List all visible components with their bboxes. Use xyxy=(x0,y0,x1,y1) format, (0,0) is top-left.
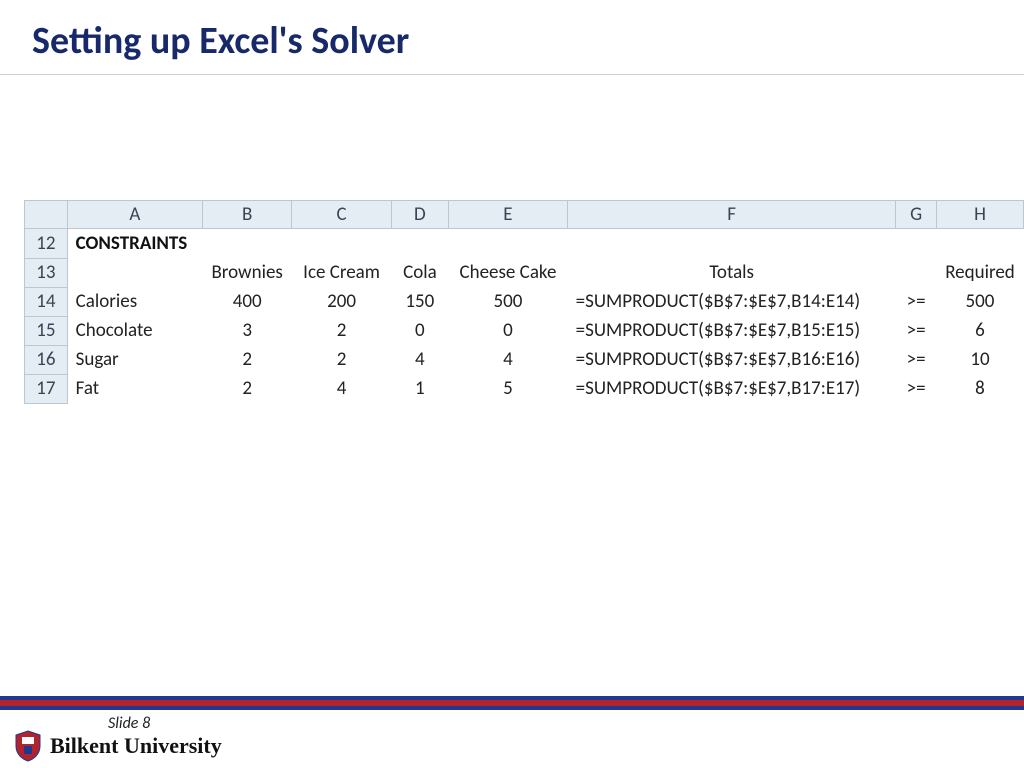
cell: >= xyxy=(896,316,937,345)
cell: 400 xyxy=(203,287,292,316)
row-number: 15 xyxy=(25,316,68,345)
cell: 4 xyxy=(448,345,567,374)
cell: 150 xyxy=(392,287,449,316)
cell: Required xyxy=(937,258,1024,287)
table-row: 15 Chocolate 3 2 0 0 =SUMPRODUCT($B$7:$E… xyxy=(25,316,1024,345)
row-number: 12 xyxy=(25,229,68,259)
cell: 4 xyxy=(292,374,392,403)
cell: Totals xyxy=(568,258,896,287)
cell: 0 xyxy=(448,316,567,345)
cell: Fat xyxy=(67,374,203,403)
cell: >= xyxy=(896,345,937,374)
cell: 8 xyxy=(937,374,1024,403)
col-header-D: D xyxy=(392,201,449,229)
cell: 200 xyxy=(292,287,392,316)
row-number: 14 xyxy=(25,287,68,316)
col-header-C: C xyxy=(292,201,392,229)
col-header-E: E xyxy=(448,201,567,229)
cell xyxy=(896,258,937,287)
spreadsheet-region: A B C D E F G H 12 CONSTRAINTS 13 Browni… xyxy=(24,200,1024,404)
col-header-B: B xyxy=(203,201,292,229)
slide-title: Setting up Excel's Solver xyxy=(0,0,1024,74)
constraints-heading: CONSTRAINTS xyxy=(67,229,1023,259)
cell: Cheese Cake xyxy=(448,258,567,287)
university-name: Bilkent University xyxy=(50,733,222,759)
cell: 500 xyxy=(937,287,1024,316)
row-number: 13 xyxy=(25,258,68,287)
cell: 2 xyxy=(203,374,292,403)
col-header-H: H xyxy=(937,201,1024,229)
cell: Sugar xyxy=(67,345,203,374)
column-header-row: A B C D E F G H xyxy=(25,201,1024,229)
cell: 10 xyxy=(937,345,1024,374)
cell: 6 xyxy=(937,316,1024,345)
cell: Calories xyxy=(67,287,203,316)
constraints-table: A B C D E F G H 12 CONSTRAINTS 13 Browni… xyxy=(24,200,1024,404)
cell: 2 xyxy=(203,345,292,374)
cell: Chocolate xyxy=(67,316,203,345)
cell: 2 xyxy=(292,316,392,345)
university-crest-icon xyxy=(14,730,42,762)
cell: Ice Cream xyxy=(292,258,392,287)
col-header-F: F xyxy=(568,201,896,229)
cell: Brownies xyxy=(203,258,292,287)
cell: 1 xyxy=(392,374,449,403)
row-number: 16 xyxy=(25,345,68,374)
cell: =SUMPRODUCT($B$7:$E$7,B14:E14) xyxy=(568,287,896,316)
cell: 2 xyxy=(292,345,392,374)
cell: >= xyxy=(896,287,937,316)
cell xyxy=(67,258,203,287)
cell: 5 xyxy=(448,374,567,403)
slide-footer: Slide 8 Bilkent University xyxy=(0,696,1024,768)
corner-cell xyxy=(25,201,68,229)
cell: 3 xyxy=(203,316,292,345)
cell: =SUMPRODUCT($B$7:$E$7,B17:E17) xyxy=(568,374,896,403)
table-row: 12 CONSTRAINTS xyxy=(25,229,1024,259)
row-number: 17 xyxy=(25,374,68,403)
cell: >= xyxy=(896,374,937,403)
cell: Cola xyxy=(392,258,449,287)
cell: 500 xyxy=(448,287,567,316)
cell: 0 xyxy=(392,316,449,345)
university-brand: Bilkent University xyxy=(14,730,222,762)
table-row: 16 Sugar 2 2 4 4 =SUMPRODUCT($B$7:$E$7,B… xyxy=(25,345,1024,374)
table-row: 17 Fat 2 4 1 5 =SUMPRODUCT($B$7:$E$7,B17… xyxy=(25,374,1024,403)
table-row: 14 Calories 400 200 150 500 =SUMPRODUCT(… xyxy=(25,287,1024,316)
cell: 4 xyxy=(392,345,449,374)
col-header-A: A xyxy=(67,201,203,229)
table-row: 13 Brownies Ice Cream Cola Cheese Cake T… xyxy=(25,258,1024,287)
cell: =SUMPRODUCT($B$7:$E$7,B16:E16) xyxy=(568,345,896,374)
title-divider xyxy=(0,74,1024,75)
cell: =SUMPRODUCT($B$7:$E$7,B15:E15) xyxy=(568,316,896,345)
col-header-G: G xyxy=(896,201,937,229)
